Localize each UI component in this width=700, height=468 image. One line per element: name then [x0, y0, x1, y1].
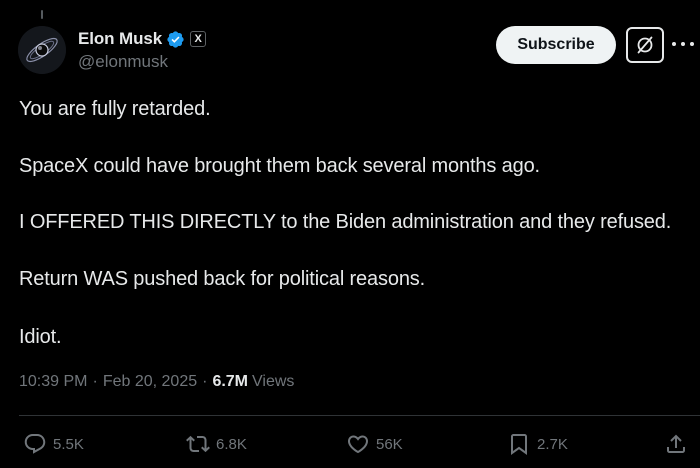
divider [19, 415, 700, 416]
author-handle[interactable]: @elonmusk [78, 52, 206, 72]
reply-count: 5.5K [53, 435, 84, 453]
reply-icon [24, 434, 46, 454]
views-count: 6.7M [212, 373, 249, 390]
post-line-2: SpaceX could have brought them back seve… [19, 155, 540, 177]
reply-button[interactable]: 5.5K [23, 430, 84, 458]
like-count: 56K [376, 435, 403, 453]
post-meta: 10:39 PM · Feb 20, 2025 · 6.7M Views [19, 373, 294, 391]
repost-icon [186, 435, 210, 453]
post-line-3: I OFFERED THIS DIRECTLY to the Biden adm… [19, 211, 672, 233]
verified-badge-icon[interactable] [166, 30, 185, 49]
bookmark-count: 2.7K [537, 435, 568, 453]
author-info: Elon Musk X @elonmusk [78, 28, 207, 72]
views-label: Views [252, 373, 295, 390]
repost-count: 6.8K [216, 435, 247, 453]
action-bar: 5.5K 6.8K 56K 2.7K [0, 430, 700, 458]
author-name[interactable]: Elon Musk [78, 29, 162, 49]
post-line-1: You are fully retarded. [19, 98, 211, 120]
meta-separator: · [92, 373, 98, 390]
grok-button[interactable] [626, 27, 664, 63]
repost-button[interactable]: 6.8K [186, 430, 247, 458]
post-line-5: Idiot. [19, 326, 62, 348]
meta-separator: · [202, 373, 208, 390]
bookmark-icon [511, 434, 527, 455]
like-icon [347, 435, 369, 454]
post-date[interactable]: Feb 20, 2025 [103, 373, 197, 391]
post-time[interactable]: 10:39 PM [19, 373, 87, 391]
affiliation-badge[interactable]: X [190, 31, 207, 47]
like-button[interactable]: 56K [346, 430, 403, 458]
share-button[interactable] [664, 430, 688, 458]
more-icon[interactable] [672, 34, 694, 54]
thread-connector-line [41, 10, 43, 19]
post-line-4: Return WAS pushed back for political rea… [19, 268, 426, 290]
share-icon [667, 434, 685, 453]
avatar[interactable] [18, 26, 66, 74]
avatar-image [18, 26, 66, 74]
subscribe-button[interactable]: Subscribe [496, 26, 616, 64]
grok-icon [637, 36, 653, 54]
bookmark-button[interactable]: 2.7K [507, 430, 568, 458]
